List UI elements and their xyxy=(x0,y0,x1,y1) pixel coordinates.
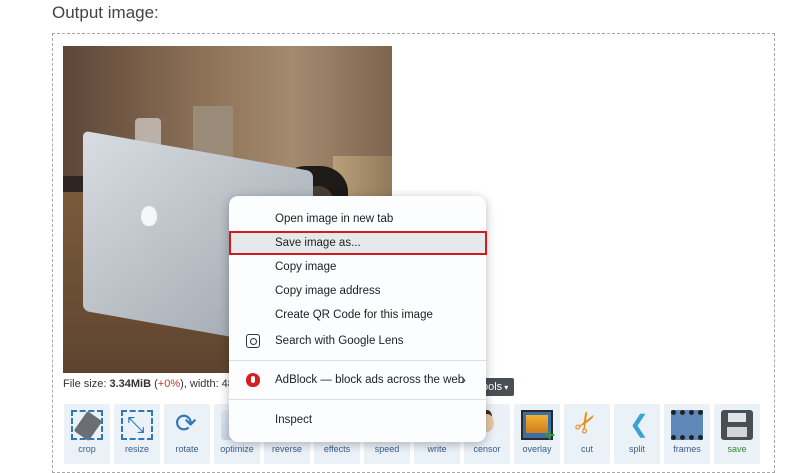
menu-item-copy-image-address[interactable]: Copy image address xyxy=(229,279,486,303)
rotate-icon xyxy=(171,408,203,440)
overlay-icon xyxy=(521,410,555,446)
menu-item-copy-image[interactable]: Copy image xyxy=(229,255,486,279)
section-title: Output image: xyxy=(52,3,159,22)
overlay-button[interactable]: overlay xyxy=(514,404,560,464)
file-size-label: File size: xyxy=(63,378,110,390)
menu-item-adblock[interactable]: AdBlock — block ads across the web › xyxy=(229,368,486,392)
caret-down-icon: ▾ xyxy=(504,383,509,392)
split-icon xyxy=(621,410,653,440)
save-button[interactable]: save xyxy=(714,404,760,464)
menu-item-search-google-lens[interactable]: Search with Google Lens xyxy=(229,329,486,353)
file-size-delta: +0% xyxy=(157,378,181,390)
cut-button[interactable]: cut xyxy=(564,404,610,464)
crop-icon xyxy=(71,410,103,440)
adblock-icon xyxy=(246,373,260,387)
film-strip-icon xyxy=(671,410,703,440)
scissors-icon xyxy=(571,410,603,440)
resize-icon xyxy=(121,410,153,440)
google-lens-icon xyxy=(246,334,260,348)
menu-divider xyxy=(229,360,486,361)
resize-button[interactable]: resize xyxy=(114,404,160,464)
menu-item-open-image-new-tab[interactable]: Open image in new tab xyxy=(229,207,486,231)
floppy-disk-icon xyxy=(721,410,753,440)
file-size-value: 3.34MiB xyxy=(109,378,152,390)
frames-button[interactable]: frames xyxy=(664,404,710,464)
rotate-button[interactable]: rotate xyxy=(164,404,210,464)
highlight-outline xyxy=(229,231,487,255)
menu-item-inspect[interactable]: Inspect xyxy=(229,408,486,432)
crop-button[interactable]: crop xyxy=(64,404,110,464)
split-button[interactable]: split xyxy=(614,404,660,464)
file-info: File size: 3.34MiB (+0%), width: 480p xyxy=(63,378,247,390)
menu-item-create-qr-code[interactable]: Create QR Code for this image xyxy=(229,303,486,327)
chevron-right-icon: › xyxy=(461,372,466,387)
menu-divider xyxy=(229,399,486,400)
